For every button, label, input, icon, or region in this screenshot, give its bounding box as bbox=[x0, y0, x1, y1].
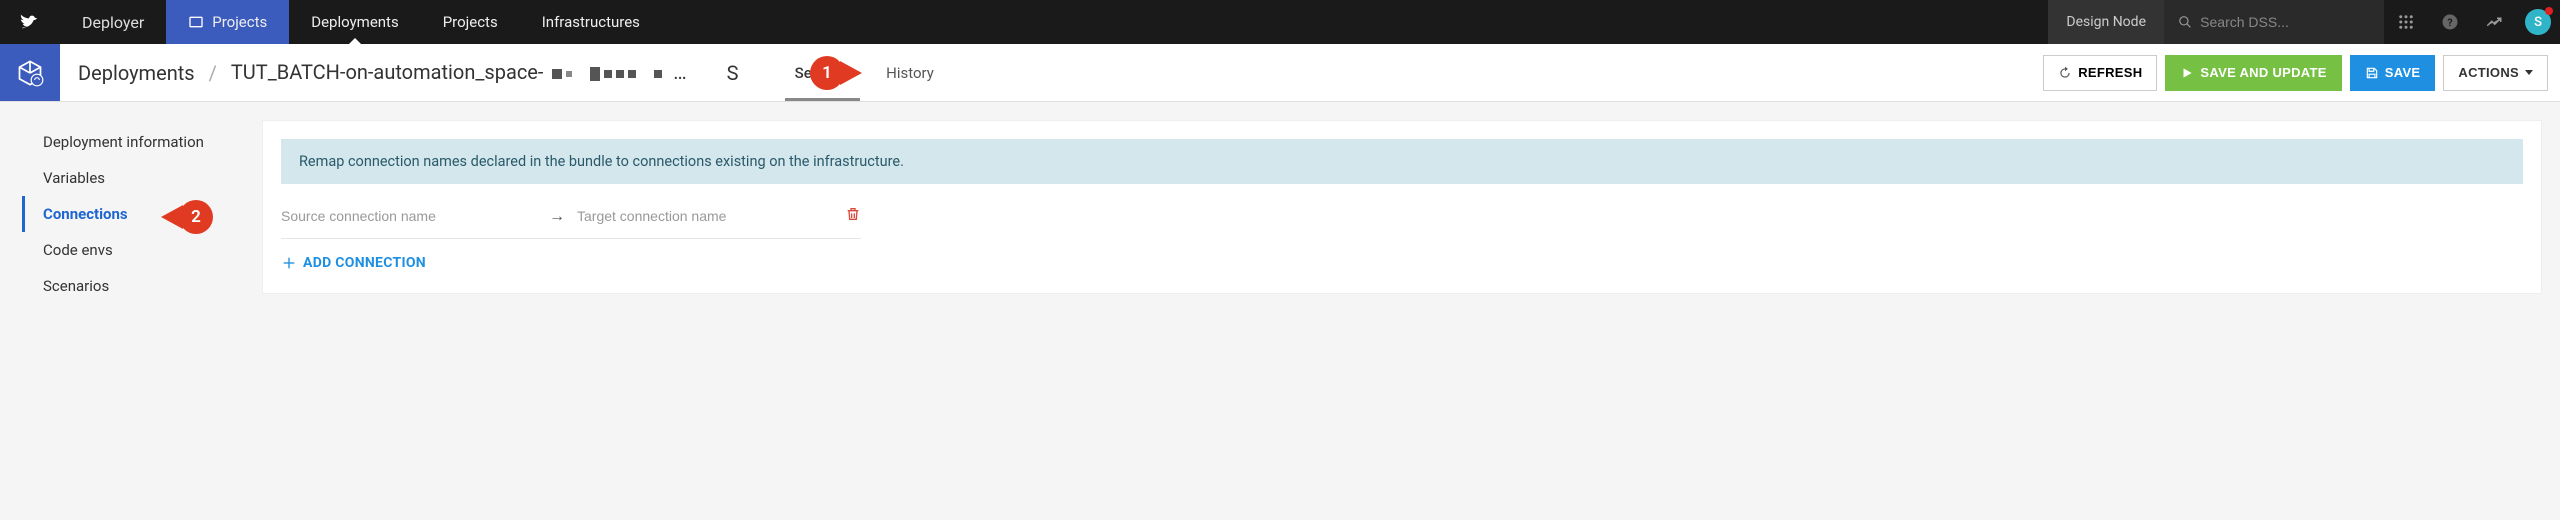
cube-icon bbox=[16, 59, 44, 87]
top-tab-deployments[interactable]: Deployments bbox=[289, 0, 420, 44]
add-connection-button[interactable]: ADD CONNECTION bbox=[281, 255, 426, 271]
tab-history[interactable]: History bbox=[868, 44, 952, 101]
deployment-icon[interactable] bbox=[0, 44, 60, 101]
info-banner: Remap connection names declared in the b… bbox=[281, 139, 2523, 184]
save-button[interactable]: SAVE bbox=[2350, 55, 2436, 91]
apps-menu[interactable] bbox=[2384, 0, 2428, 44]
redacted-text bbox=[552, 62, 662, 86]
projects-icon bbox=[188, 14, 204, 30]
help-icon: ? bbox=[2441, 13, 2459, 31]
save-icon bbox=[2365, 66, 2379, 80]
play-icon bbox=[2180, 66, 2194, 80]
trash-icon bbox=[845, 206, 861, 222]
grid-icon bbox=[2397, 13, 2415, 31]
save-and-update-button[interactable]: SAVE AND UPDATE bbox=[2165, 55, 2341, 91]
sidebar-item-variables[interactable]: Variables bbox=[22, 160, 262, 196]
search-icon bbox=[2178, 14, 2192, 30]
main-content: Deployment information Variables Connect… bbox=[0, 102, 2560, 304]
top-tab-projects-primary[interactable]: Projects bbox=[166, 0, 289, 44]
app-brand: Deployer bbox=[60, 0, 166, 44]
svg-text:?: ? bbox=[2447, 16, 2452, 29]
breadcrumb: Deployments / TUT_BATCH-on-automation_sp… bbox=[60, 60, 687, 86]
search-input[interactable] bbox=[2200, 14, 2370, 30]
help-menu[interactable]: ? bbox=[2428, 0, 2472, 44]
sidebar-item-code-envs[interactable]: Code envs bbox=[22, 232, 262, 268]
target-connection-input[interactable] bbox=[577, 202, 833, 230]
activity-menu[interactable] bbox=[2472, 0, 2516, 44]
header-tabs: S Settings History bbox=[727, 44, 952, 101]
settings-sidebar: Deployment information Variables Connect… bbox=[22, 102, 262, 304]
connections-panel: Remap connection names declared in the b… bbox=[262, 120, 2542, 294]
sidebar-item-connections[interactable]: Connections bbox=[22, 196, 262, 232]
design-node-selector[interactable]: Design Node bbox=[2048, 0, 2164, 44]
top-tab-infrastructures[interactable]: Infrastructures bbox=[520, 0, 662, 44]
breadcrumb-separator: / bbox=[209, 61, 217, 85]
caret-down-icon bbox=[2525, 70, 2533, 75]
avatar: S bbox=[2525, 9, 2551, 35]
activity-icon bbox=[2485, 13, 2503, 31]
sidebar-item-scenarios[interactable]: Scenarios bbox=[22, 268, 262, 304]
source-connection-input[interactable] bbox=[281, 202, 537, 230]
notification-dot-icon bbox=[2545, 7, 2553, 15]
actions-button[interactable]: ACTIONS bbox=[2443, 55, 2548, 91]
app-logo[interactable] bbox=[0, 0, 60, 44]
refresh-icon bbox=[2058, 66, 2072, 80]
bird-icon bbox=[19, 11, 41, 33]
delete-mapping-button[interactable] bbox=[845, 206, 861, 226]
connection-mapping-row: → bbox=[281, 184, 861, 239]
breadcrumb-root[interactable]: Deployments bbox=[78, 61, 195, 85]
plus-icon bbox=[281, 255, 297, 271]
header-bar: Deployments / TUT_BATCH-on-automation_sp… bbox=[0, 44, 2560, 102]
top-nav: Deployer Projects Deployments Projects I… bbox=[0, 0, 2560, 44]
tab-settings[interactable]: Settings bbox=[777, 44, 869, 101]
global-search[interactable] bbox=[2164, 0, 2384, 44]
breadcrumb-deployment[interactable]: TUT_BATCH-on-automation_space- … bbox=[231, 60, 687, 86]
top-tab-projects[interactable]: Projects bbox=[421, 0, 520, 44]
arrow-right-icon: → bbox=[537, 206, 577, 226]
refresh-button[interactable]: REFRESH bbox=[2043, 55, 2157, 91]
user-menu[interactable]: S bbox=[2516, 0, 2560, 44]
sidebar-item-deployment-info[interactable]: Deployment information bbox=[22, 124, 262, 160]
